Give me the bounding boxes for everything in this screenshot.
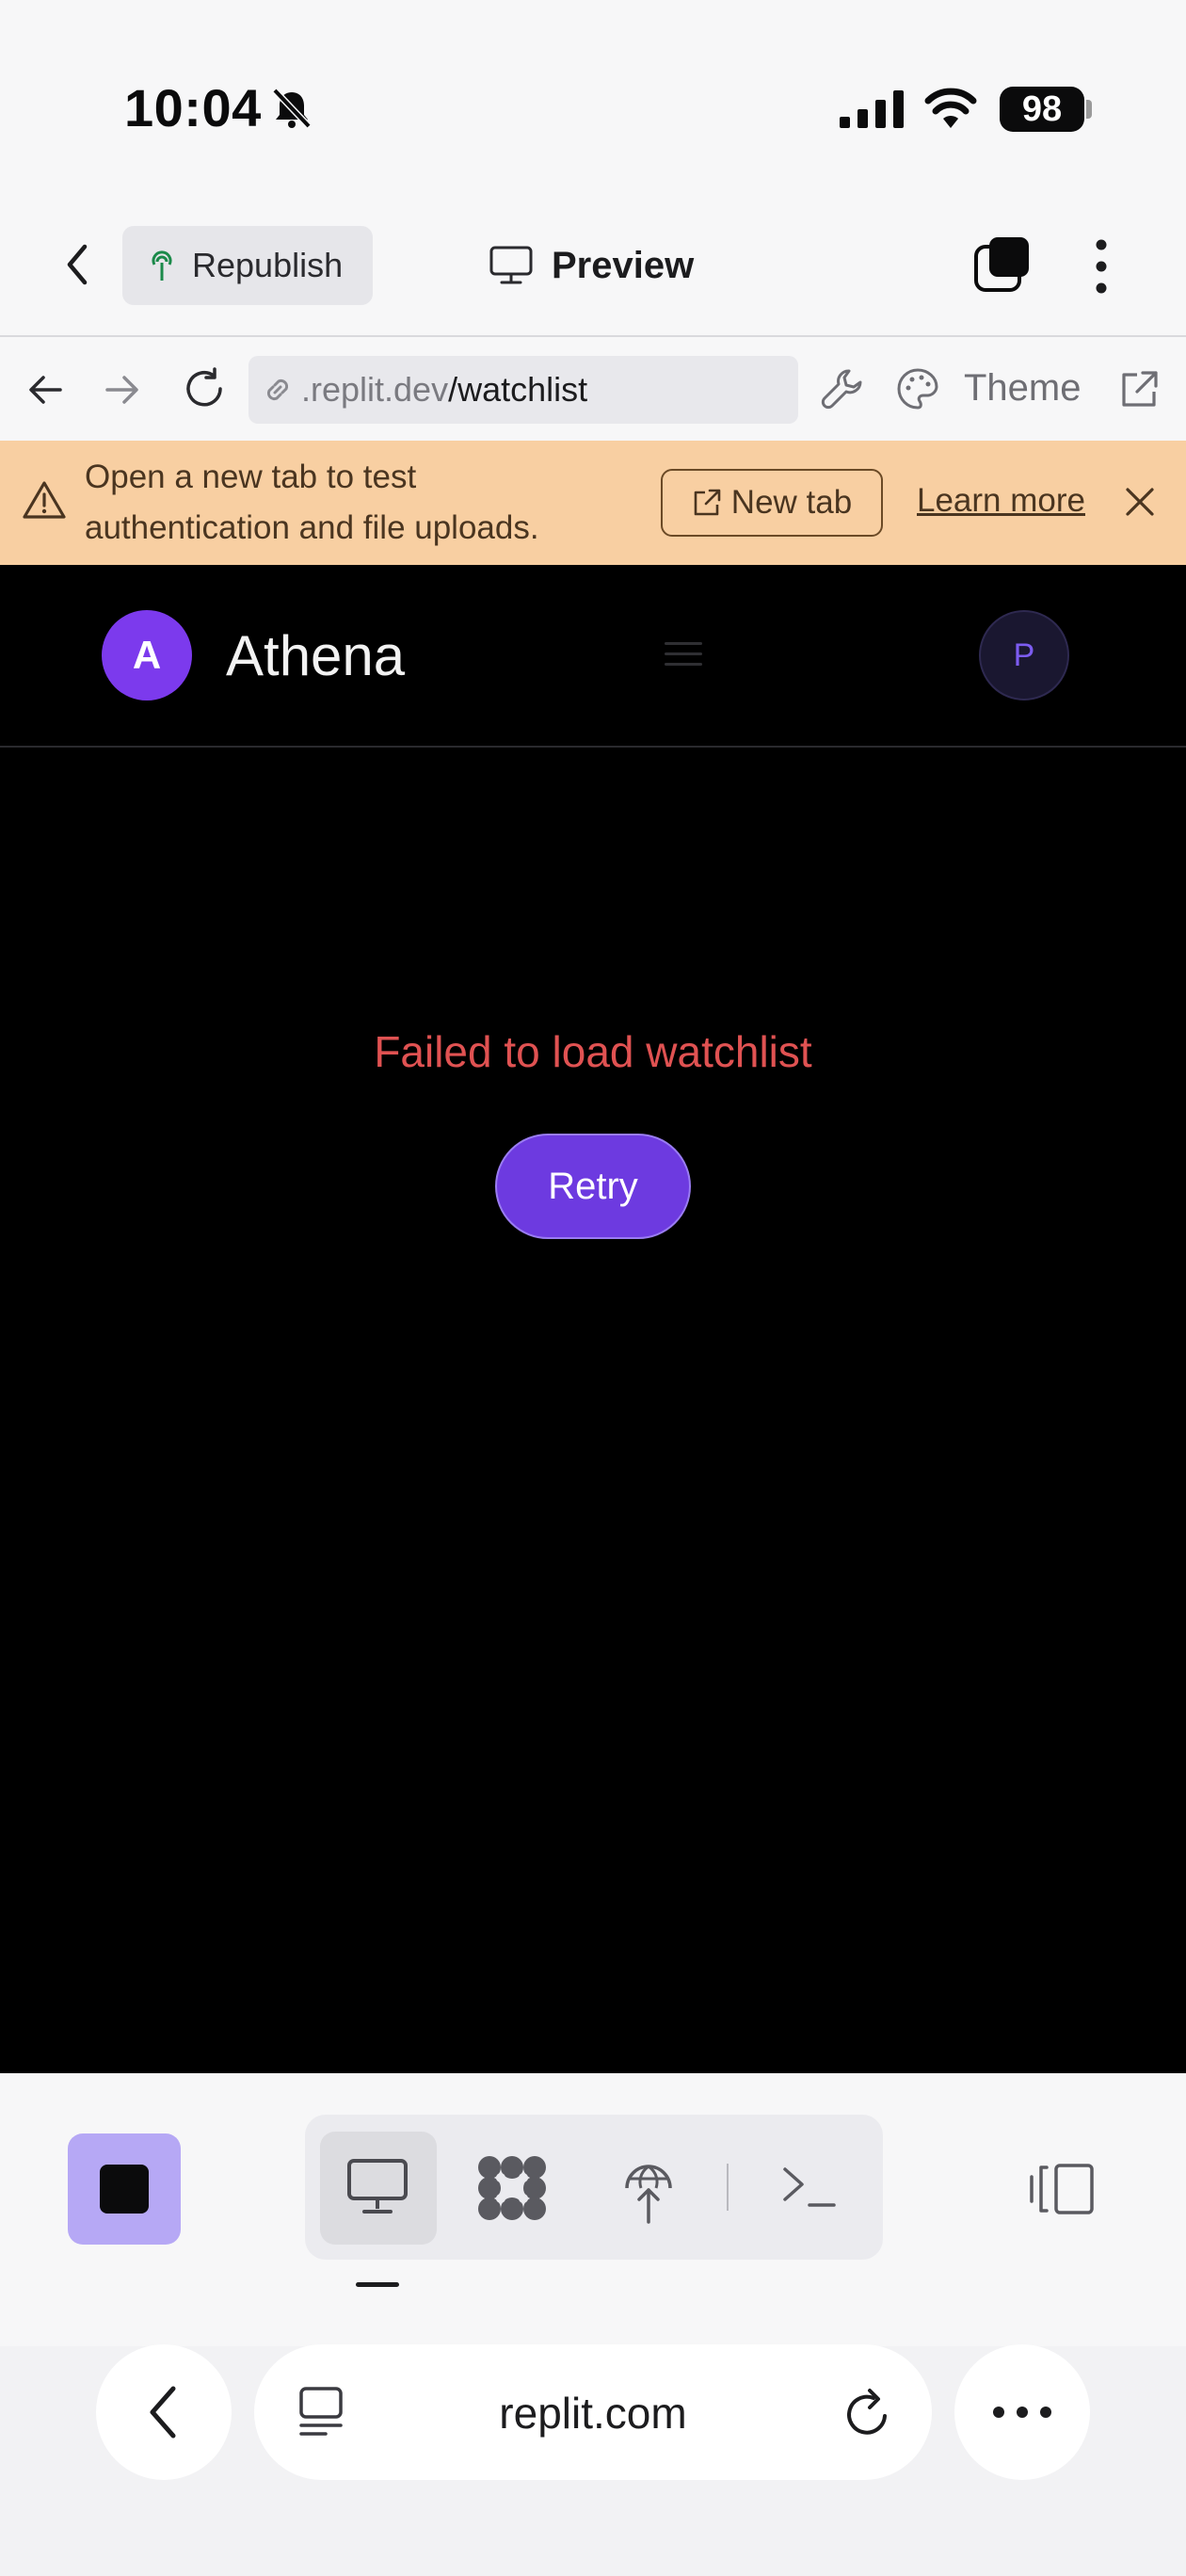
browser-back-button[interactable] bbox=[96, 2344, 232, 2480]
battery-nub bbox=[1086, 100, 1092, 119]
reload-icon[interactable] bbox=[183, 367, 226, 411]
close-banner-icon[interactable] bbox=[1124, 486, 1156, 518]
theme-button-label[interactable]: Theme bbox=[964, 367, 1082, 410]
deploy-globe-icon[interactable] bbox=[619, 2154, 678, 2224]
republish-icon bbox=[149, 250, 175, 282]
preview-monitor-icon[interactable] bbox=[346, 2158, 409, 2216]
external-link-icon bbox=[692, 488, 722, 518]
wifi-icon bbox=[924, 87, 977, 128]
retry-button[interactable]: Retry bbox=[495, 1134, 691, 1239]
new-tab-label: New tab bbox=[730, 484, 853, 521]
stop-button[interactable] bbox=[68, 2133, 181, 2245]
app-header-divider bbox=[0, 746, 1186, 748]
wrench-icon[interactable] bbox=[821, 367, 864, 411]
tabs-switcher-icon[interactable] bbox=[973, 235, 1032, 294]
active-tab-indicator bbox=[356, 2282, 399, 2287]
back-chevron-icon[interactable] bbox=[60, 241, 94, 288]
preview-title-label: Preview bbox=[552, 244, 695, 286]
learn-more-link[interactable]: Learn more bbox=[917, 482, 1085, 520]
open-external-icon[interactable] bbox=[1118, 369, 1160, 411]
silent-mode-icon bbox=[271, 87, 313, 130]
stop-icon bbox=[100, 2165, 149, 2214]
nav-forward-arrow-icon[interactable] bbox=[104, 371, 141, 409]
browser-more-button[interactable] bbox=[954, 2344, 1090, 2480]
profile-avatar[interactable]: P bbox=[979, 610, 1069, 700]
new-tab-button[interactable]: New tab bbox=[661, 469, 883, 537]
link-icon bbox=[262, 374, 294, 406]
app-logo[interactable]: A bbox=[102, 610, 192, 700]
url-field[interactable]: .replit.dev/watchlist bbox=[248, 356, 798, 424]
battery-indicator: 98 bbox=[1000, 87, 1084, 132]
switcher-divider bbox=[727, 2164, 729, 2211]
split-view-icon[interactable] bbox=[1028, 2162, 1096, 2216]
agent-icon[interactable] bbox=[476, 2154, 548, 2222]
app-name: Athena bbox=[226, 624, 406, 687]
republish-label: Republish bbox=[192, 246, 344, 284]
shell-prompt-icon[interactable] bbox=[781, 2165, 836, 2209]
error-message: Failed to load watchlist bbox=[374, 1027, 812, 1076]
more-vertical-icon[interactable] bbox=[1092, 239, 1111, 294]
republish-button[interactable]: Republish bbox=[122, 226, 373, 305]
url-domain: .replit.dev bbox=[301, 370, 449, 409]
signal-icon bbox=[840, 90, 906, 128]
banner-message: Open a new tab to test authentication an… bbox=[85, 459, 539, 546]
palette-icon[interactable] bbox=[896, 367, 939, 411]
monitor-icon bbox=[489, 246, 533, 285]
more-horizontal-icon bbox=[993, 2407, 1051, 2418]
warning-icon bbox=[23, 480, 66, 520]
menu-icon[interactable] bbox=[665, 642, 702, 670]
browser-reload-icon[interactable] bbox=[843, 2388, 892, 2440]
browser-address-text: replit.com bbox=[499, 2389, 687, 2438]
nav-back-arrow-icon[interactable] bbox=[26, 371, 64, 409]
url-path: /watchlist bbox=[448, 370, 588, 409]
app-preview bbox=[0, 565, 1186, 2073]
browser-back-chevron-icon bbox=[150, 2386, 176, 2439]
preview-title: Preview bbox=[489, 235, 694, 296]
status-time: 10:04 bbox=[124, 78, 262, 137]
